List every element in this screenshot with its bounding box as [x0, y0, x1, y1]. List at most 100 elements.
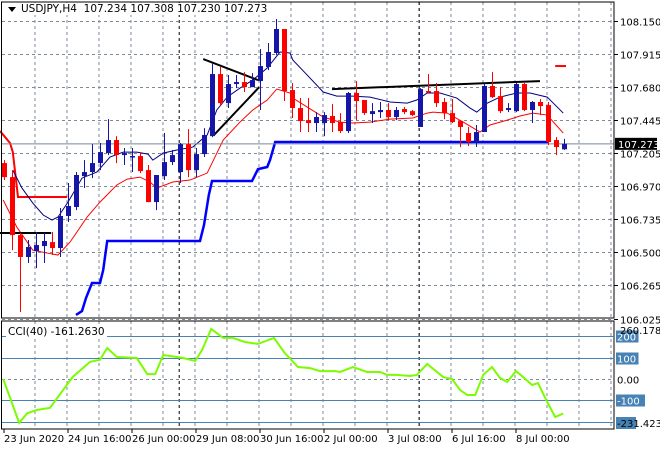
- candle-bear: [466, 133, 471, 143]
- candle-bull: [250, 80, 255, 88]
- candle-bear: [10, 177, 15, 236]
- time-tick-label: 24 Jun 16:00: [68, 434, 132, 445]
- candle-bear: [114, 140, 119, 156]
- candle-bull: [122, 153, 127, 156]
- candle-bear: [186, 144, 191, 171]
- candle-bear: [402, 109, 407, 113]
- time-tick-label: 30 Jun 16:00: [260, 434, 324, 445]
- candle-bull: [370, 111, 375, 115]
- candle-bear: [330, 116, 335, 124]
- candle-bear: [450, 113, 455, 123]
- candle-bear: [282, 28, 287, 92]
- candle-bear: [490, 85, 495, 98]
- price-tick-label: 107.445: [620, 117, 660, 128]
- candle-bear: [522, 84, 527, 110]
- candle-bear: [426, 91, 431, 93]
- candle-bull: [42, 240, 47, 247]
- price-tick-label: 107.915: [620, 51, 660, 62]
- candle-bull: [106, 140, 111, 154]
- time-tick-label: 3 Jul 08:00: [388, 434, 442, 445]
- dropdown-triangle-icon[interactable]: [8, 6, 16, 12]
- price-tick-label: 108.150: [620, 18, 660, 29]
- cci-max-label: 260.1783: [620, 326, 660, 337]
- candle-bear: [442, 101, 447, 114]
- candle-bull: [322, 115, 327, 124]
- price-tick-label: 106.265: [620, 282, 660, 293]
- candle-bull: [26, 247, 31, 257]
- cci-level-label: -100: [617, 397, 640, 408]
- time-tick-label: 8 Jul 00:00: [516, 434, 570, 445]
- candle-bull: [234, 82, 239, 85]
- candle-bear: [2, 163, 7, 178]
- current-price-label: 107.273: [618, 140, 659, 151]
- ohlc-label: 107.234 107.308 107.230 107.273: [83, 3, 268, 15]
- candle-bear: [146, 170, 151, 203]
- candle-bull: [82, 172, 87, 177]
- candle-bull: [74, 174, 79, 208]
- candle-bull: [170, 155, 175, 163]
- time-tick-label: 23 Jun 2020: [4, 434, 64, 445]
- candle-bear: [458, 121, 463, 127]
- candle-bull: [346, 93, 351, 132]
- cci-level-label: 0.00: [617, 376, 639, 387]
- candle-bear: [546, 105, 551, 143]
- candle-bull: [154, 174, 159, 203]
- candle-bear: [338, 122, 343, 132]
- candle-bull: [90, 163, 95, 173]
- candle-bull: [482, 85, 487, 133]
- candle-bull: [194, 154, 199, 171]
- candle-bear: [498, 96, 503, 112]
- candle-bear: [554, 140, 559, 148]
- candle-bull: [162, 162, 167, 177]
- time-tick-label: 2 Jul 00:00: [324, 434, 378, 445]
- cci-current: -161.2630: [50, 326, 105, 338]
- candle-bear: [18, 235, 23, 257]
- candle-bull: [506, 108, 511, 110]
- candle-bear: [298, 108, 303, 122]
- time-tick-label: 6 Jul 16:00: [452, 434, 506, 445]
- candle-bear: [290, 90, 295, 109]
- candle-bear: [362, 100, 367, 114]
- price-tick-label: 107.205: [620, 150, 660, 161]
- candle-bull: [266, 52, 271, 68]
- price-tick-label: 106.735: [620, 216, 660, 227]
- candle-bull: [66, 206, 71, 216]
- candle-bear: [306, 120, 311, 124]
- price-tick-label: 107.680: [620, 84, 660, 95]
- candle-bull: [378, 109, 383, 113]
- candle-bear: [434, 91, 439, 104]
- candle-bear: [138, 156, 143, 172]
- candle-bull: [274, 28, 279, 53]
- candle-bull: [530, 101, 535, 110]
- time-tick-label: 26 Jun 00:00: [132, 434, 196, 445]
- candle-bull: [474, 132, 479, 143]
- candle-bull: [202, 134, 207, 155]
- price-tick-label: 106.025: [620, 316, 660, 327]
- candle-bull: [418, 89, 423, 127]
- candle-bull: [98, 152, 103, 164]
- chart-canvas[interactable]: 108.150 107.915 107.680 107.445 107.205 106.9…: [0, 0, 660, 450]
- candle-bull: [210, 74, 215, 137]
- candle-bear: [386, 109, 391, 118]
- candle-bull: [314, 117, 319, 124]
- candle-bull: [58, 215, 63, 249]
- candle-bear: [218, 74, 223, 104]
- candle-bull: [130, 156, 135, 158]
- candle-bull: [258, 66, 263, 82]
- symbol-label: USDJPY,H4: [21, 3, 77, 15]
- candle-bear: [50, 242, 55, 249]
- price-tick-label: 106.970: [620, 183, 660, 194]
- candle-bull: [178, 144, 183, 173]
- cci-name: CCI(40): [8, 326, 48, 338]
- candle-bear: [354, 93, 359, 102]
- candle-bull: [34, 245, 39, 252]
- candle-bear: [242, 82, 247, 88]
- price-tick-label: 106.500: [620, 249, 660, 260]
- candle-bear: [538, 101, 543, 107]
- cci-label: CCI(40) -161.2630: [6, 326, 107, 338]
- cci-min-label: -231.4239: [617, 419, 660, 430]
- candle-bull: [514, 84, 519, 112]
- chart-header: USDJPY,H4 107.234 107.308 107.230 107.27…: [6, 3, 270, 15]
- candle-bull: [562, 143, 567, 150]
- time-tick-label: 29 Jun 08:00: [196, 434, 260, 445]
